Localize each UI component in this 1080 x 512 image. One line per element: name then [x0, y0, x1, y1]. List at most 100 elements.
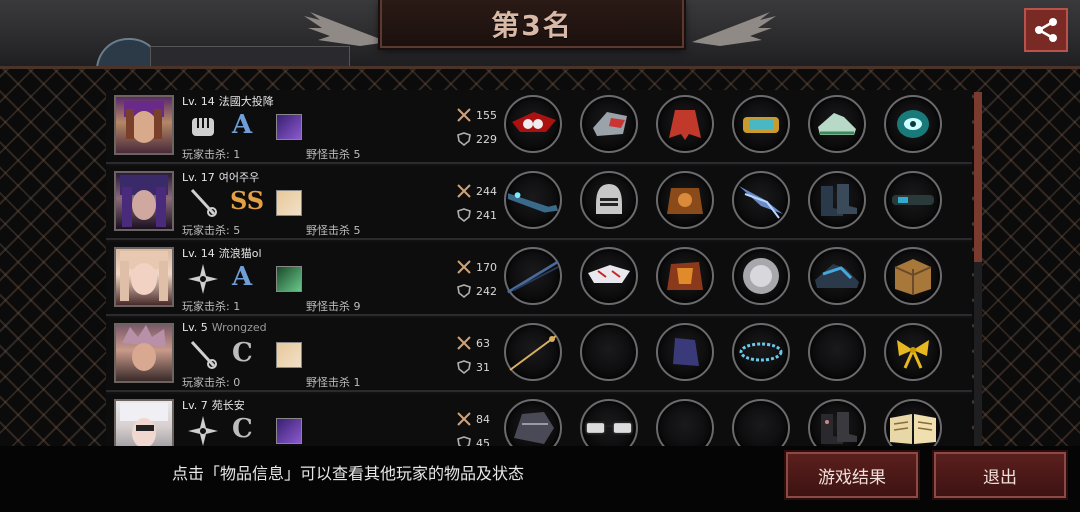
item-slot[interactable]: [580, 95, 638, 153]
item-slot[interactable]: [656, 247, 714, 305]
game-result-button[interactable]: 游戏结果: [786, 452, 918, 498]
pet-icon: [276, 114, 302, 140]
item-slot[interactable]: [808, 399, 866, 446]
crossed-swords-icon: [457, 108, 471, 122]
footer-bar: [0, 446, 1080, 512]
avatar: [114, 171, 174, 231]
item-slot[interactable]: [884, 323, 942, 381]
footer-hint: 点击「物品信息」可以查看其他玩家的物品及状态: [172, 464, 525, 483]
shield-icon: [457, 436, 471, 446]
player-name: Wrongzed: [211, 321, 267, 334]
monster-kills: 野怪击杀 5: [306, 224, 361, 237]
item-slot[interactable]: [656, 171, 714, 229]
pet-icon: [276, 342, 302, 368]
monster-kills: 野怪击杀 1: [306, 376, 361, 389]
item-slot[interactable]: [884, 95, 942, 153]
item-slot[interactable]: [656, 399, 714, 446]
item-slot[interactable]: [884, 399, 942, 446]
attack-value: 155: [476, 109, 497, 122]
item-slot[interactable]: [656, 323, 714, 381]
shield-icon: [457, 132, 471, 146]
player-kills: 玩家击杀: 5: [182, 224, 241, 237]
item-slot[interactable]: [504, 399, 562, 446]
defense-value: 241: [476, 209, 497, 222]
shuriken-icon: [188, 416, 218, 446]
attack-value: 244: [476, 185, 497, 198]
pet-icon: [276, 418, 302, 444]
player-row[interactable]: Lv. 17 여어주우 SS 玩家击杀: 5 野怪击杀 5 244 241: [106, 166, 972, 240]
grade-badge: C: [232, 414, 253, 444]
item-slot[interactable]: [580, 171, 638, 229]
player-level: Lv. 14: [182, 95, 215, 108]
defense-value: 45: [476, 437, 490, 446]
grade-badge: A: [232, 110, 253, 140]
avatar: [114, 95, 174, 155]
player-name: 苑长安: [211, 399, 245, 412]
fist-icon: [192, 118, 214, 136]
item-slot[interactable]: [808, 95, 866, 153]
player-kills: 玩家击杀: 1: [182, 148, 241, 161]
rank-banner: 第3名: [380, 0, 684, 48]
item-slot[interactable]: [504, 95, 562, 153]
item-slot[interactable]: [884, 171, 942, 229]
avatar: [114, 247, 174, 307]
item-slot[interactable]: [580, 399, 638, 446]
grade-badge: SS: [230, 186, 265, 215]
item-slot[interactable]: [732, 247, 790, 305]
item-slot[interactable]: [580, 247, 638, 305]
item-slot[interactable]: [808, 323, 866, 381]
player-level: Lv. 7: [182, 399, 208, 412]
shield-icon: [457, 208, 471, 222]
defense-value: 31: [476, 361, 490, 374]
player-level: Lv. 17: [182, 171, 215, 184]
grade-badge: A: [232, 262, 253, 292]
share-button[interactable]: [1024, 8, 1068, 52]
scroll-thumb[interactable]: [974, 92, 982, 262]
right-wing-ornament: [692, 12, 776, 46]
sword-icon: [190, 340, 217, 369]
exit-button[interactable]: 退出: [934, 452, 1066, 498]
attack-value: 84: [476, 413, 490, 426]
crossed-swords-icon: [457, 412, 471, 426]
player-level: Lv. 5: [182, 321, 208, 334]
monster-kills: 野怪击杀 5: [306, 148, 361, 161]
player-name: 法國大投降: [218, 95, 274, 108]
monster-kills: 野怪击杀 9: [306, 300, 361, 313]
crossed-swords-icon: [457, 260, 471, 274]
share-icon: [1035, 18, 1057, 42]
crossed-swords-icon: [457, 336, 471, 350]
player-row[interactable]: Lv. 5 Wrongzed C 玩家击杀: 0 野怪击杀 1 63 31: [106, 318, 972, 392]
item-slot[interactable]: [884, 247, 942, 305]
item-slot[interactable]: [732, 323, 790, 381]
item-slot[interactable]: [732, 399, 790, 446]
shield-icon: [457, 360, 471, 374]
player-list[interactable]: Lv. 14 法國大投降 A 玩家击杀: 1 野怪击杀 5 155 229 Lv.…: [106, 90, 972, 446]
item-slot[interactable]: [732, 95, 790, 153]
player-row[interactable]: Lv. 7 苑长安 C 84 45: [106, 394, 972, 446]
rank-title: 第3名: [491, 9, 573, 42]
attack-value: 170: [476, 261, 497, 274]
item-slot[interactable]: [732, 171, 790, 229]
player-kills: 玩家击杀: 0: [182, 376, 241, 389]
player-level: Lv. 14: [182, 247, 215, 260]
player-row[interactable]: Lv. 14 流浪猫ol A 玩家击杀: 1 野怪击杀 9 170 242: [106, 242, 972, 316]
item-slot[interactable]: [808, 171, 866, 229]
defense-value: 242: [476, 285, 497, 298]
crossed-swords-icon: [457, 184, 471, 198]
shuriken-icon: [188, 264, 218, 294]
defense-value: 229: [476, 133, 497, 146]
item-slot[interactable]: [504, 323, 562, 381]
avatar: [114, 399, 174, 446]
item-slot[interactable]: [808, 247, 866, 305]
item-slot[interactable]: [656, 95, 714, 153]
avatar: [114, 323, 174, 383]
pet-icon: [276, 266, 302, 292]
item-slot[interactable]: [504, 171, 562, 229]
player-row[interactable]: Lv. 14 法國大投降 A 玩家击杀: 1 野怪击杀 5 155 229: [106, 90, 972, 164]
player-name: 여어주우: [218, 171, 260, 184]
sword-icon: [190, 188, 217, 217]
item-slot[interactable]: [504, 247, 562, 305]
list-scrollbar[interactable]: [974, 92, 982, 446]
item-slot[interactable]: [580, 323, 638, 381]
player-name: 流浪猫ol: [218, 247, 262, 260]
